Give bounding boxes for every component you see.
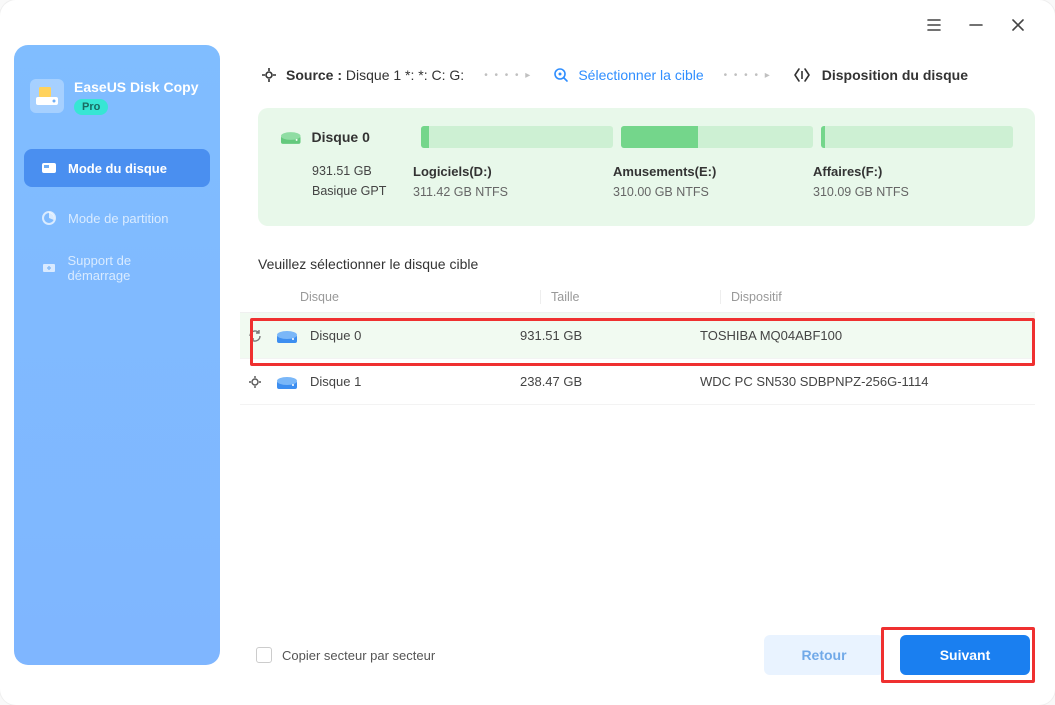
nav-label: Mode du disque <box>68 161 167 176</box>
menu-icon[interactable] <box>925 16 943 34</box>
disk-meta: 931.51 GB Basique GPT <box>280 164 413 204</box>
partition-bar <box>421 126 613 148</box>
checkbox-box <box>256 647 272 663</box>
disk-icon <box>280 129 302 145</box>
crumb-select-target[interactable]: Sélectionner la cible <box>552 66 703 84</box>
row-device: TOSHIBA MQ04ABF100 <box>690 328 1035 343</box>
partition-name: Affaires(F:) <box>813 164 1013 179</box>
partition-info: Amusements(E:) 310.00 GB NTFS <box>613 164 813 204</box>
app-window: EaseUS Disk Copy Pro Mode du disque Mode… <box>0 0 1055 705</box>
table-row[interactable]: Disque 1 238.47 GB WDC PC SN530 SDBPNPZ-… <box>240 359 1035 405</box>
titlebar <box>925 0 1055 50</box>
sidebar: EaseUS Disk Copy Pro Mode du disque Mode… <box>14 45 220 665</box>
refresh-icon[interactable] <box>240 328 270 344</box>
source-label: Source : Disque 1 *: *: C: G: <box>286 67 464 83</box>
sector-copy-checkbox[interactable]: Copier secteur par secteur <box>256 647 435 663</box>
target-point-icon <box>260 66 278 84</box>
nav-label: Support de démarrage <box>68 253 195 283</box>
col-disk: Disque <box>300 290 540 304</box>
source-disk-card: Disque 0 931.51 GB Basique GPT Logiciels… <box>258 108 1035 226</box>
partition-bar <box>821 126 1013 148</box>
partition-name: Amusements(E:) <box>613 164 813 179</box>
row-disk-name: Disque 0 <box>310 328 361 343</box>
partition-bar <box>621 126 813 148</box>
disk-icon <box>274 374 300 390</box>
nav-disk-mode[interactable]: Mode du disque <box>24 149 210 187</box>
col-device: Dispositif <box>720 290 1035 304</box>
boot-media-icon <box>40 259 58 277</box>
close-icon[interactable] <box>1009 16 1027 34</box>
source-marker-icon <box>240 374 270 390</box>
app-title: EaseUS Disk Copy <box>74 79 199 95</box>
disk-mode-icon <box>40 159 58 177</box>
partition-size: 310.09 GB NTFS <box>813 185 1013 199</box>
target-table: Disque Taille Dispositif Disque 0 931.51… <box>240 282 1035 405</box>
back-button[interactable]: Retour <box>764 635 884 675</box>
layout-label: Disposition du disque <box>822 67 968 83</box>
partition-name: Logiciels(D:) <box>413 164 613 179</box>
source-disk-name: Disque 0 <box>312 129 422 145</box>
nav-boot-media[interactable]: Support de démarrage <box>24 249 210 287</box>
disk-size: 931.51 GB <box>312 164 413 178</box>
brand: EaseUS Disk Copy Pro <box>14 79 220 115</box>
crumb-source: Source : Disque 1 *: *: C: G: <box>260 66 464 84</box>
partition-info: Affaires(F:) 310.09 GB NTFS <box>813 164 1013 204</box>
checkbox-label: Copier secteur par secteur <box>282 648 435 663</box>
select-target-title: Veuillez sélectionner le disque cible <box>258 256 1035 272</box>
partition-mode-icon <box>40 209 58 227</box>
crumb-separator: • • • • ▸ <box>724 70 772 81</box>
partition-info: Logiciels(D:) 311.42 GB NTFS <box>413 164 613 204</box>
partition-size: 311.42 GB NTFS <box>413 185 613 199</box>
partition-size: 310.00 GB NTFS <box>613 185 813 199</box>
layout-icon <box>792 67 812 83</box>
minimize-icon[interactable] <box>967 16 985 34</box>
table-row[interactable]: Disque 0 931.51 GB TOSHIBA MQ04ABF100 <box>240 313 1035 359</box>
row-size: 238.47 GB <box>510 374 690 389</box>
breadcrumb: Source : Disque 1 *: *: C: G: • • • • ▸ … <box>240 54 1035 96</box>
main-content: Source : Disque 1 *: *: C: G: • • • • ▸ … <box>240 54 1035 685</box>
row-disk-name: Disque 1 <box>310 374 361 389</box>
col-size: Taille <box>540 290 720 304</box>
row-device: WDC PC SN530 SDBPNPZ-256G-1114 <box>690 374 1035 389</box>
app-logo-icon <box>30 79 64 113</box>
select-target-label: Sélectionner la cible <box>578 67 703 83</box>
table-header: Disque Taille Dispositif <box>240 282 1035 313</box>
nav-label: Mode de partition <box>68 211 168 226</box>
partition-bars <box>421 126 1013 148</box>
footer: Copier secteur par secteur Retour Suivan… <box>256 635 1030 675</box>
disk-type: Basique GPT <box>312 184 413 198</box>
row-size: 931.51 GB <box>510 328 690 343</box>
search-target-icon <box>552 66 570 84</box>
crumb-layout[interactable]: Disposition du disque <box>792 67 968 83</box>
next-button[interactable]: Suivant <box>900 635 1030 675</box>
disk-icon <box>274 328 300 344</box>
crumb-separator: • • • • ▸ <box>484 70 532 81</box>
nav-partition-mode[interactable]: Mode de partition <box>24 199 210 237</box>
pro-badge: Pro <box>74 99 108 115</box>
